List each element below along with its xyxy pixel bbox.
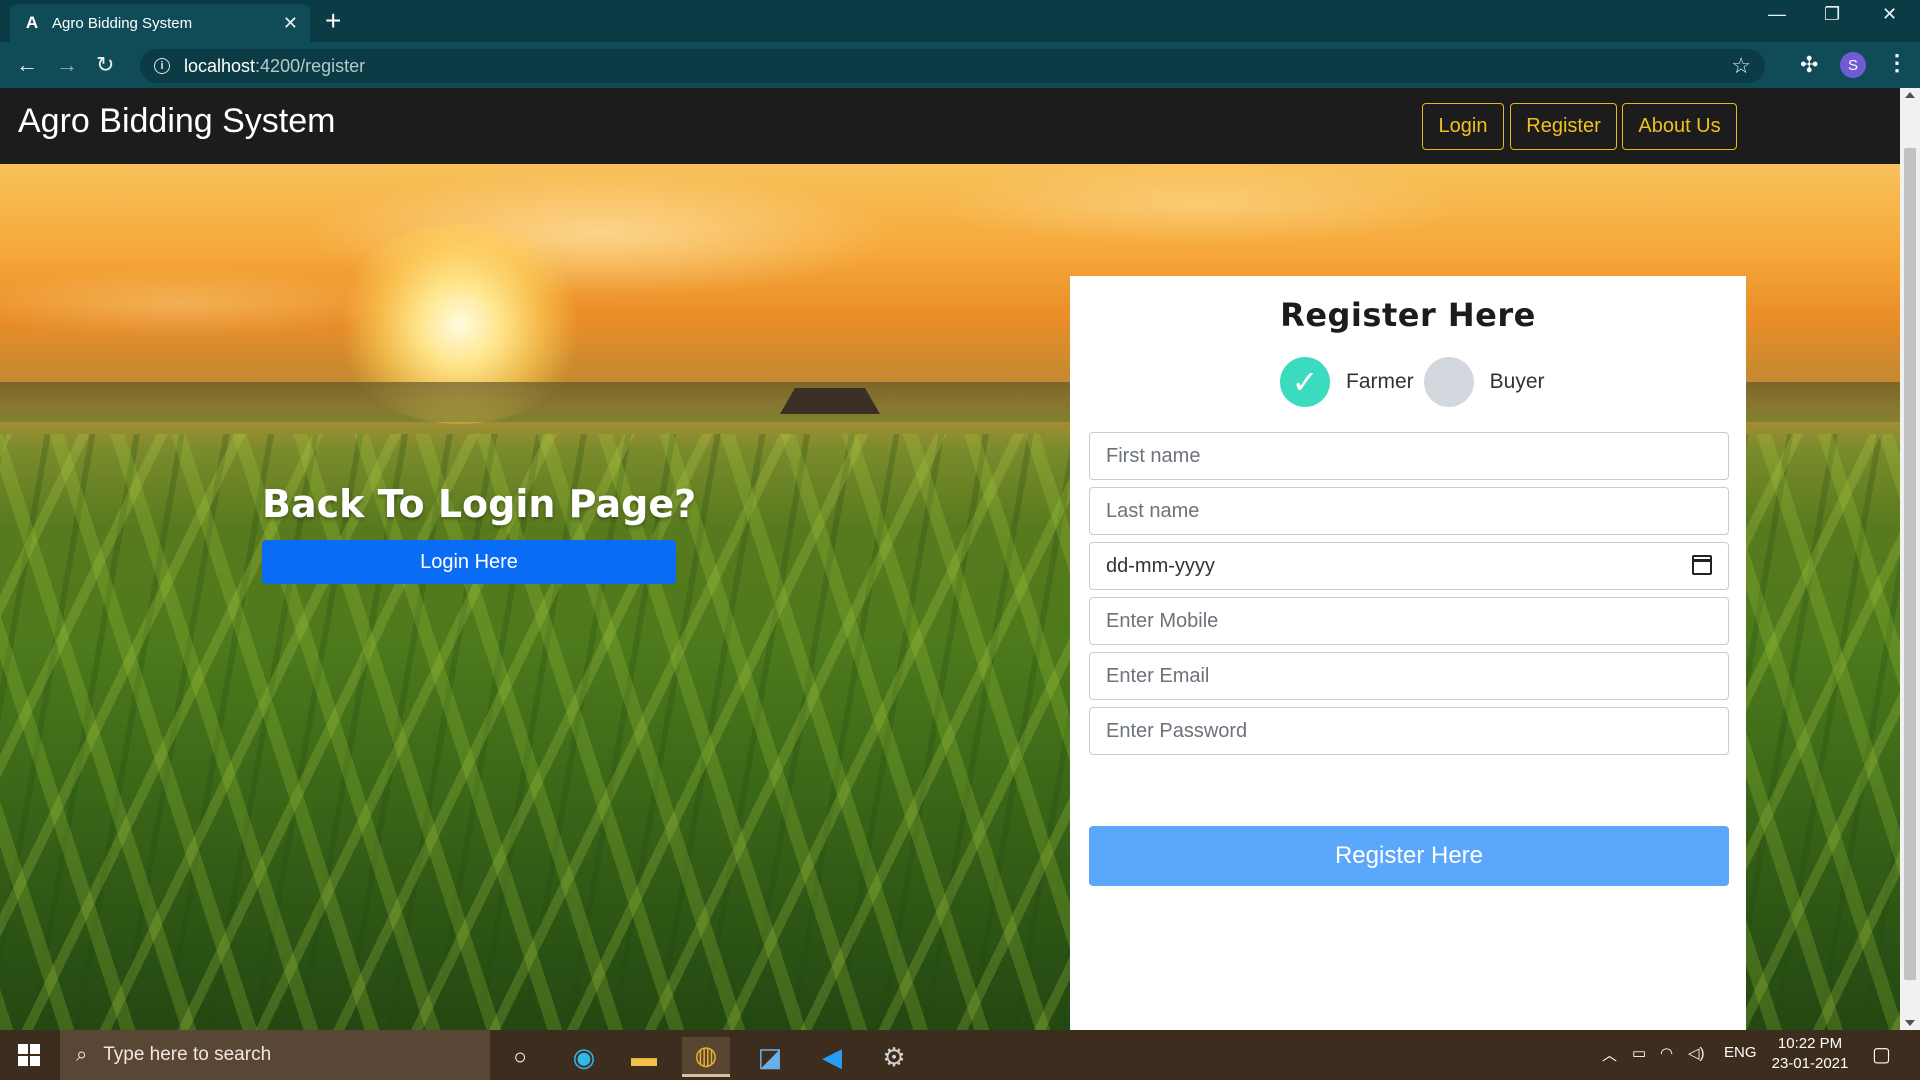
first-name-input[interactable]: First name bbox=[1089, 432, 1729, 480]
vscode-icon[interactable]: ◀ bbox=[808, 1037, 856, 1077]
dob-date-input[interactable]: dd-mm-yyyy bbox=[1089, 542, 1729, 590]
buyer-radio[interactable] bbox=[1423, 357, 1474, 407]
scroll-down-arrow-icon[interactable] bbox=[1905, 1020, 1915, 1026]
clock-date: 23-01-2021 bbox=[1771, 1055, 1849, 1072]
last-name-input[interactable]: Last name bbox=[1089, 487, 1729, 535]
password-input[interactable]: Enter Password bbox=[1089, 707, 1729, 755]
windows-taskbar: ⌕ Type here to search ○ ◉ ▬ ◍ ◪ ◀ ⚙ ︿ ▭ … bbox=[0, 1030, 1920, 1080]
notifications-icon[interactable]: ▢ bbox=[1872, 1042, 1891, 1067]
back-arrow-icon[interactable]: ← bbox=[16, 52, 38, 78]
web-page: Agro Bidding System Login Register About… bbox=[0, 88, 1900, 1030]
dob-placeholder: dd-mm-yyyy bbox=[1106, 554, 1215, 577]
browser-toolbar: ← → ↻ i localhost:4200/register ☆ ✣ S ⋮ bbox=[0, 42, 1920, 88]
url-path: :4200/register bbox=[255, 55, 366, 76]
close-tab-icon[interactable]: ✕ bbox=[283, 13, 298, 34]
nav-login-button[interactable]: Login bbox=[1422, 103, 1504, 150]
forward-arrow-icon[interactable]: → bbox=[56, 52, 78, 78]
chrome-browser-icon[interactable]: ◍ bbox=[682, 1037, 730, 1077]
scroll-thumb[interactable] bbox=[1904, 148, 1916, 980]
mysql-workbench-icon[interactable]: ◪ bbox=[746, 1037, 794, 1077]
calendar-icon[interactable] bbox=[1692, 555, 1712, 575]
check-icon: ✓ bbox=[1291, 364, 1319, 400]
mobile-input[interactable]: Enter Mobile bbox=[1089, 597, 1729, 645]
windows-start-icon[interactable] bbox=[18, 1044, 40, 1066]
email-input[interactable]: Enter Email bbox=[1089, 652, 1729, 700]
login-prompt-title: Back To Login Page? bbox=[262, 482, 697, 526]
site-brand[interactable]: Agro Bidding System bbox=[18, 102, 336, 141]
wifi-icon[interactable]: ◠ bbox=[1660, 1044, 1673, 1062]
farmer-label[interactable]: Farmer bbox=[1346, 370, 1414, 394]
hero-background: Back To Login Page? Login Here Register … bbox=[0, 164, 1900, 1030]
taskbar-search-placeholder: Type here to search bbox=[103, 1044, 272, 1065]
taskbar-search-box[interactable]: ⌕ Type here to search bbox=[60, 1030, 490, 1080]
clock-time: 10:22 PM bbox=[1777, 1035, 1843, 1052]
edge-browser-icon[interactable]: ◉ bbox=[560, 1037, 608, 1077]
volume-icon[interactable]: ◁) bbox=[1688, 1044, 1705, 1062]
tray-chevron-up-icon[interactable]: ︿ bbox=[1602, 1044, 1617, 1065]
role-selector: ✓ Farmer Buyer bbox=[1280, 356, 1555, 408]
angular-favicon-icon: A bbox=[25, 13, 39, 32]
language-indicator[interactable]: ENG bbox=[1724, 1044, 1757, 1061]
farmer-radio[interactable]: ✓ bbox=[1280, 357, 1330, 407]
login-here-button[interactable]: Login Here bbox=[262, 540, 676, 584]
nav-register-button[interactable]: Register bbox=[1510, 103, 1617, 150]
reload-icon[interactable]: ↻ bbox=[96, 52, 114, 78]
search-icon: ⌕ bbox=[76, 1043, 88, 1066]
new-tab-button[interactable]: + bbox=[325, 6, 341, 36]
url-host: localhost bbox=[184, 55, 256, 76]
cortana-icon[interactable]: ○ bbox=[496, 1037, 544, 1077]
taskbar-clock[interactable]: 10:22 PM 23-01-2021 bbox=[1760, 1034, 1860, 1074]
page-scrollbar[interactable] bbox=[1900, 88, 1920, 1030]
restore-icon[interactable]: ❐ bbox=[1824, 4, 1840, 25]
site-info-icon[interactable]: i bbox=[154, 58, 170, 74]
file-explorer-icon[interactable]: ▬ bbox=[620, 1037, 668, 1077]
address-bar[interactable]: i localhost:4200/register ☆ bbox=[140, 49, 1765, 83]
register-title: Register Here bbox=[1280, 296, 1536, 334]
bookmark-star-icon[interactable]: ☆ bbox=[1731, 53, 1751, 79]
register-submit-button[interactable]: Register Here bbox=[1089, 826, 1729, 886]
buyer-label[interactable]: Buyer bbox=[1490, 370, 1545, 394]
close-window-icon[interactable]: ✕ bbox=[1882, 4, 1897, 25]
battery-icon[interactable]: ▭ bbox=[1632, 1044, 1646, 1062]
browser-tab[interactable]: A Agro Bidding System ✕ bbox=[10, 4, 310, 42]
browser-tabstrip: A Agro Bidding System ✕ + — ❐ ✕ bbox=[0, 0, 1920, 42]
minimize-icon[interactable]: — bbox=[1768, 4, 1786, 25]
site-navbar: Agro Bidding System Login Register About… bbox=[0, 88, 1900, 164]
distant-barn bbox=[780, 388, 880, 414]
browser-menu-icon[interactable]: ⋮ bbox=[1886, 50, 1908, 76]
profile-avatar[interactable]: S bbox=[1840, 52, 1866, 78]
extensions-puzzle-icon[interactable]: ✣ bbox=[1800, 52, 1818, 78]
register-card: Register Here ✓ Farmer Buyer First name … bbox=[1070, 276, 1746, 1030]
tab-title: Agro Bidding System bbox=[52, 14, 193, 32]
scroll-up-arrow-icon[interactable] bbox=[1905, 92, 1915, 98]
nav-about-button[interactable]: About Us bbox=[1622, 103, 1737, 150]
login-prompt: Back To Login Page? Login Here bbox=[262, 482, 697, 584]
settings-gear-icon[interactable]: ⚙ bbox=[870, 1037, 918, 1077]
